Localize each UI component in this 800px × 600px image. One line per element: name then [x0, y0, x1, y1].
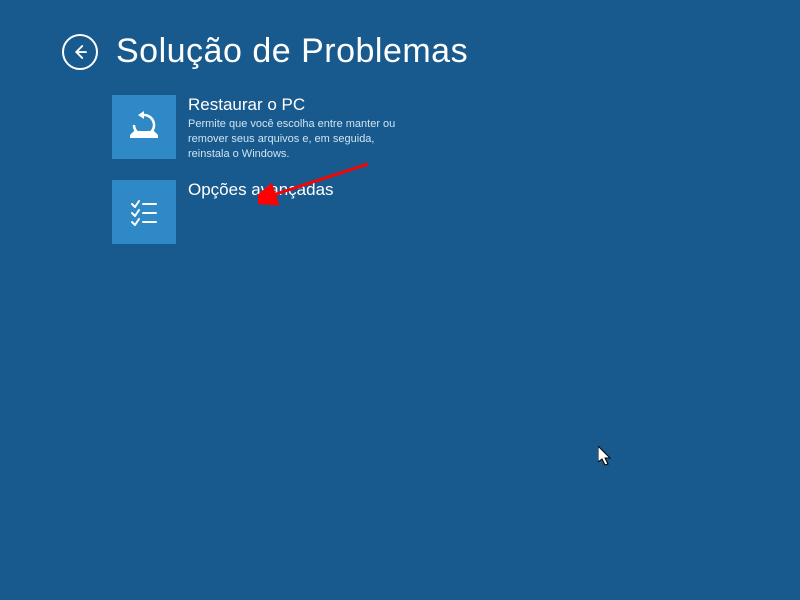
tile-description: Permite que você escolha entre manter ou…: [188, 117, 402, 162]
tile-advanced-options[interactable]: Opções avançadas: [112, 180, 402, 244]
advanced-options-icon: [112, 180, 176, 244]
restore-pc-icon: [112, 95, 176, 159]
tile-title: Restaurar o PC: [188, 95, 402, 115]
options-list: Restaurar o PC Permite que você escolha …: [112, 95, 800, 244]
tile-title: Opções avançadas: [188, 180, 334, 200]
tile-text: Opções avançadas: [176, 180, 334, 202]
mouse-cursor-icon: [598, 446, 614, 468]
header: Solução de Problemas: [0, 0, 800, 71]
tile-text: Restaurar o PC Permite que você escolha …: [176, 95, 402, 162]
back-button[interactable]: [62, 34, 98, 70]
arrow-left-icon: [71, 43, 89, 61]
page-title: Solução de Problemas: [116, 32, 468, 71]
tile-restore-pc[interactable]: Restaurar o PC Permite que você escolha …: [112, 95, 402, 162]
